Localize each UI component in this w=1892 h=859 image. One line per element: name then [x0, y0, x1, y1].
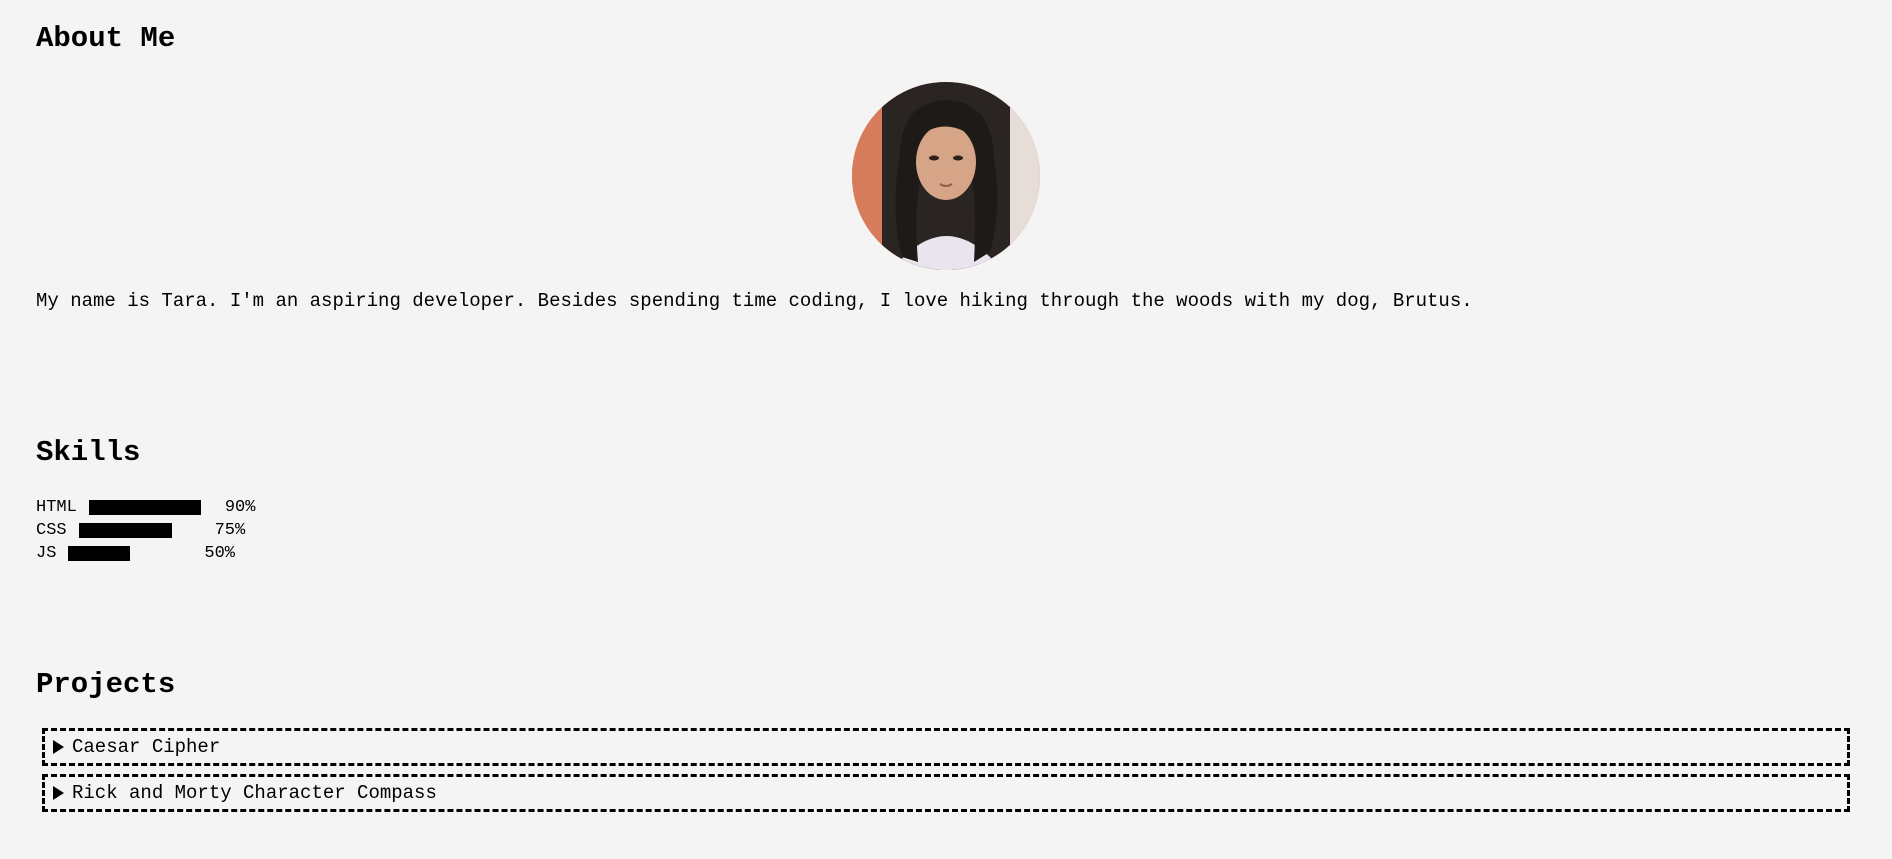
- skills-heading: Skills: [36, 436, 141, 469]
- skill-percent: 90%: [224, 498, 256, 517]
- skills-list: HTML 90% CSS 75% JS 50%: [36, 496, 255, 565]
- skill-label: CSS: [36, 521, 67, 540]
- projects-heading: Projects: [36, 668, 176, 701]
- skill-label: HTML: [36, 498, 77, 517]
- skill-percent: 50%: [204, 544, 236, 563]
- profile-photo: [852, 82, 1040, 270]
- skill-row-js: JS 50%: [36, 542, 255, 565]
- skill-label: JS: [36, 544, 57, 563]
- skill-bar-fill: [68, 546, 131, 561]
- projects-list: Caesar Cipher Rick and Morty Character C…: [42, 728, 1850, 820]
- bio-text: My name is Tara. I'm an aspiring develop…: [36, 290, 1473, 312]
- about-heading: About Me: [36, 22, 176, 55]
- skill-bar: [88, 500, 213, 515]
- skill-row-html: HTML 90%: [36, 496, 255, 519]
- skill-percent: 75%: [214, 521, 246, 540]
- disclosure-triangle-icon: [53, 740, 64, 754]
- disclosure-triangle-icon: [53, 786, 64, 800]
- project-title: Caesar Cipher: [72, 736, 221, 758]
- skill-bar: [68, 546, 192, 561]
- skill-bar: [78, 523, 203, 538]
- project-item-rick-and-morty[interactable]: Rick and Morty Character Compass: [42, 774, 1850, 812]
- skill-bar-fill: [88, 500, 201, 515]
- project-title: Rick and Morty Character Compass: [72, 782, 437, 804]
- skill-row-css: CSS 75%: [36, 519, 255, 542]
- project-item-caesar-cipher[interactable]: Caesar Cipher: [42, 728, 1850, 766]
- skill-bar-fill: [78, 523, 172, 538]
